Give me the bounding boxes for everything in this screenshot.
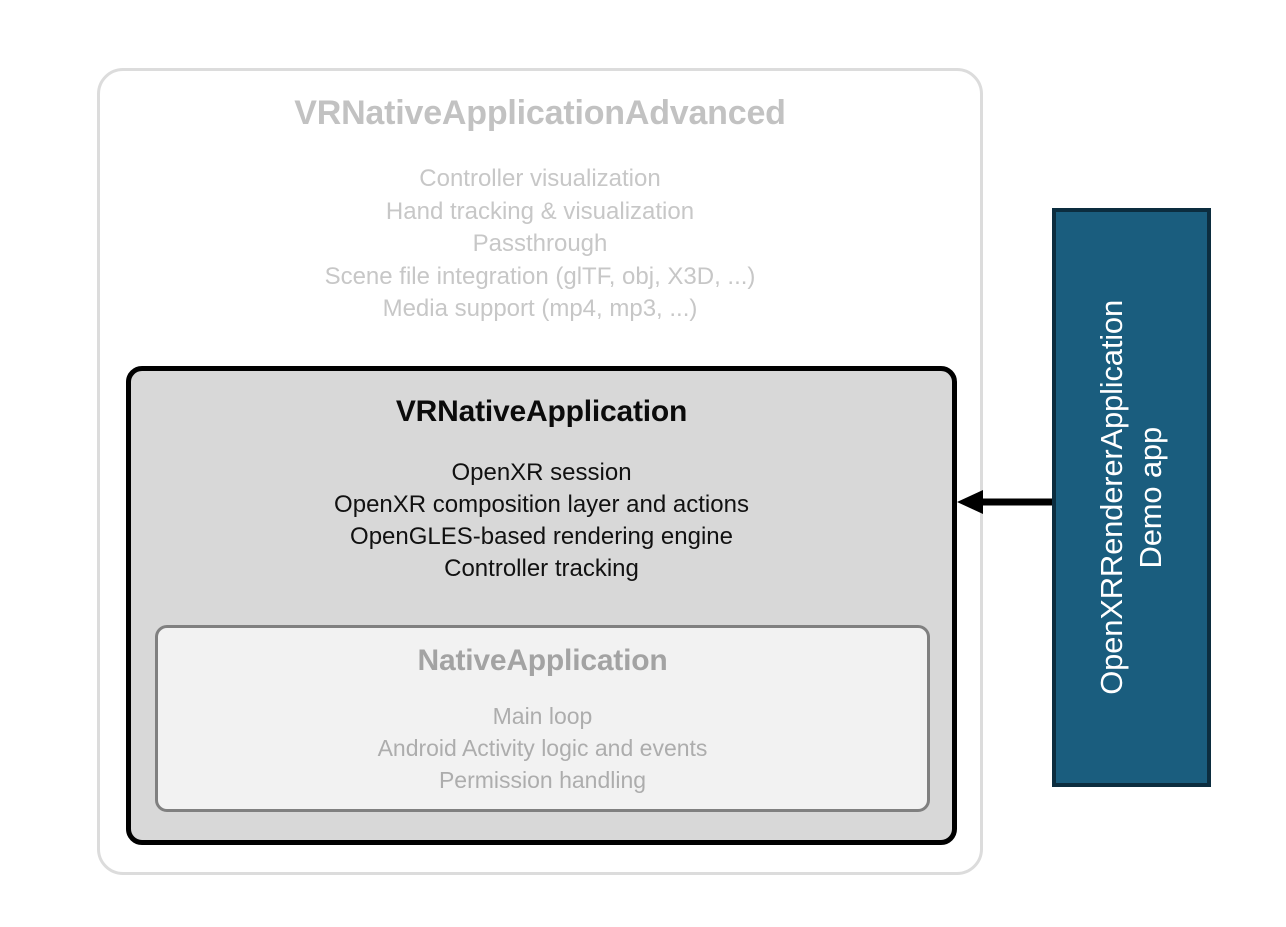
native-layer-title: NativeApplication: [417, 644, 668, 677]
list-item: Android Activity logic and events: [377, 735, 708, 761]
demo-app-label-line2: OpenXRRendererApplication: [1093, 300, 1129, 695]
demo-app-label-line1: Demo app: [1132, 426, 1168, 569]
list-item: Scene file integration (glTF, obj, X3D, …: [324, 262, 756, 290]
list-item: Media support (mp4, mp3, ...): [382, 295, 698, 322]
vrnative-layer-feature-list: OpenXR session OpenXR composition layer …: [131, 457, 952, 585]
list-item: Controller tracking: [444, 555, 639, 582]
advanced-layer-title: VRNativeApplicationAdvanced: [294, 94, 786, 132]
demo-app-text-stack: Demo app OpenXRRendererApplication: [1093, 300, 1168, 695]
advanced-layer-feature-list: Controller visualization Hand tracking &…: [100, 163, 980, 326]
demo-app-box: Demo app OpenXRRendererApplication: [1052, 208, 1211, 787]
list-item: Controller visualization: [419, 165, 661, 192]
list-item: Passthrough: [472, 230, 608, 257]
list-item: OpenXR session: [451, 459, 632, 486]
diagram-canvas: VRNativeApplicationAdvanced Controller v…: [0, 0, 1286, 927]
list-item: Hand tracking & visualization: [385, 197, 695, 225]
vrnative-layer-title: VRNativeApplication: [395, 395, 688, 428]
list-item: OpenGLES-based rendering engine: [350, 523, 733, 550]
native-layer-feature-list: Main loop Android Activity logic and eve…: [158, 700, 927, 796]
list-item: OpenXR composition layer and actions: [334, 491, 749, 518]
list-item: Permission handling: [438, 767, 647, 793]
list-item: Main loop: [492, 703, 593, 729]
layer-nativeapplication: NativeApplication Main loop Android Acti…: [155, 625, 930, 812]
